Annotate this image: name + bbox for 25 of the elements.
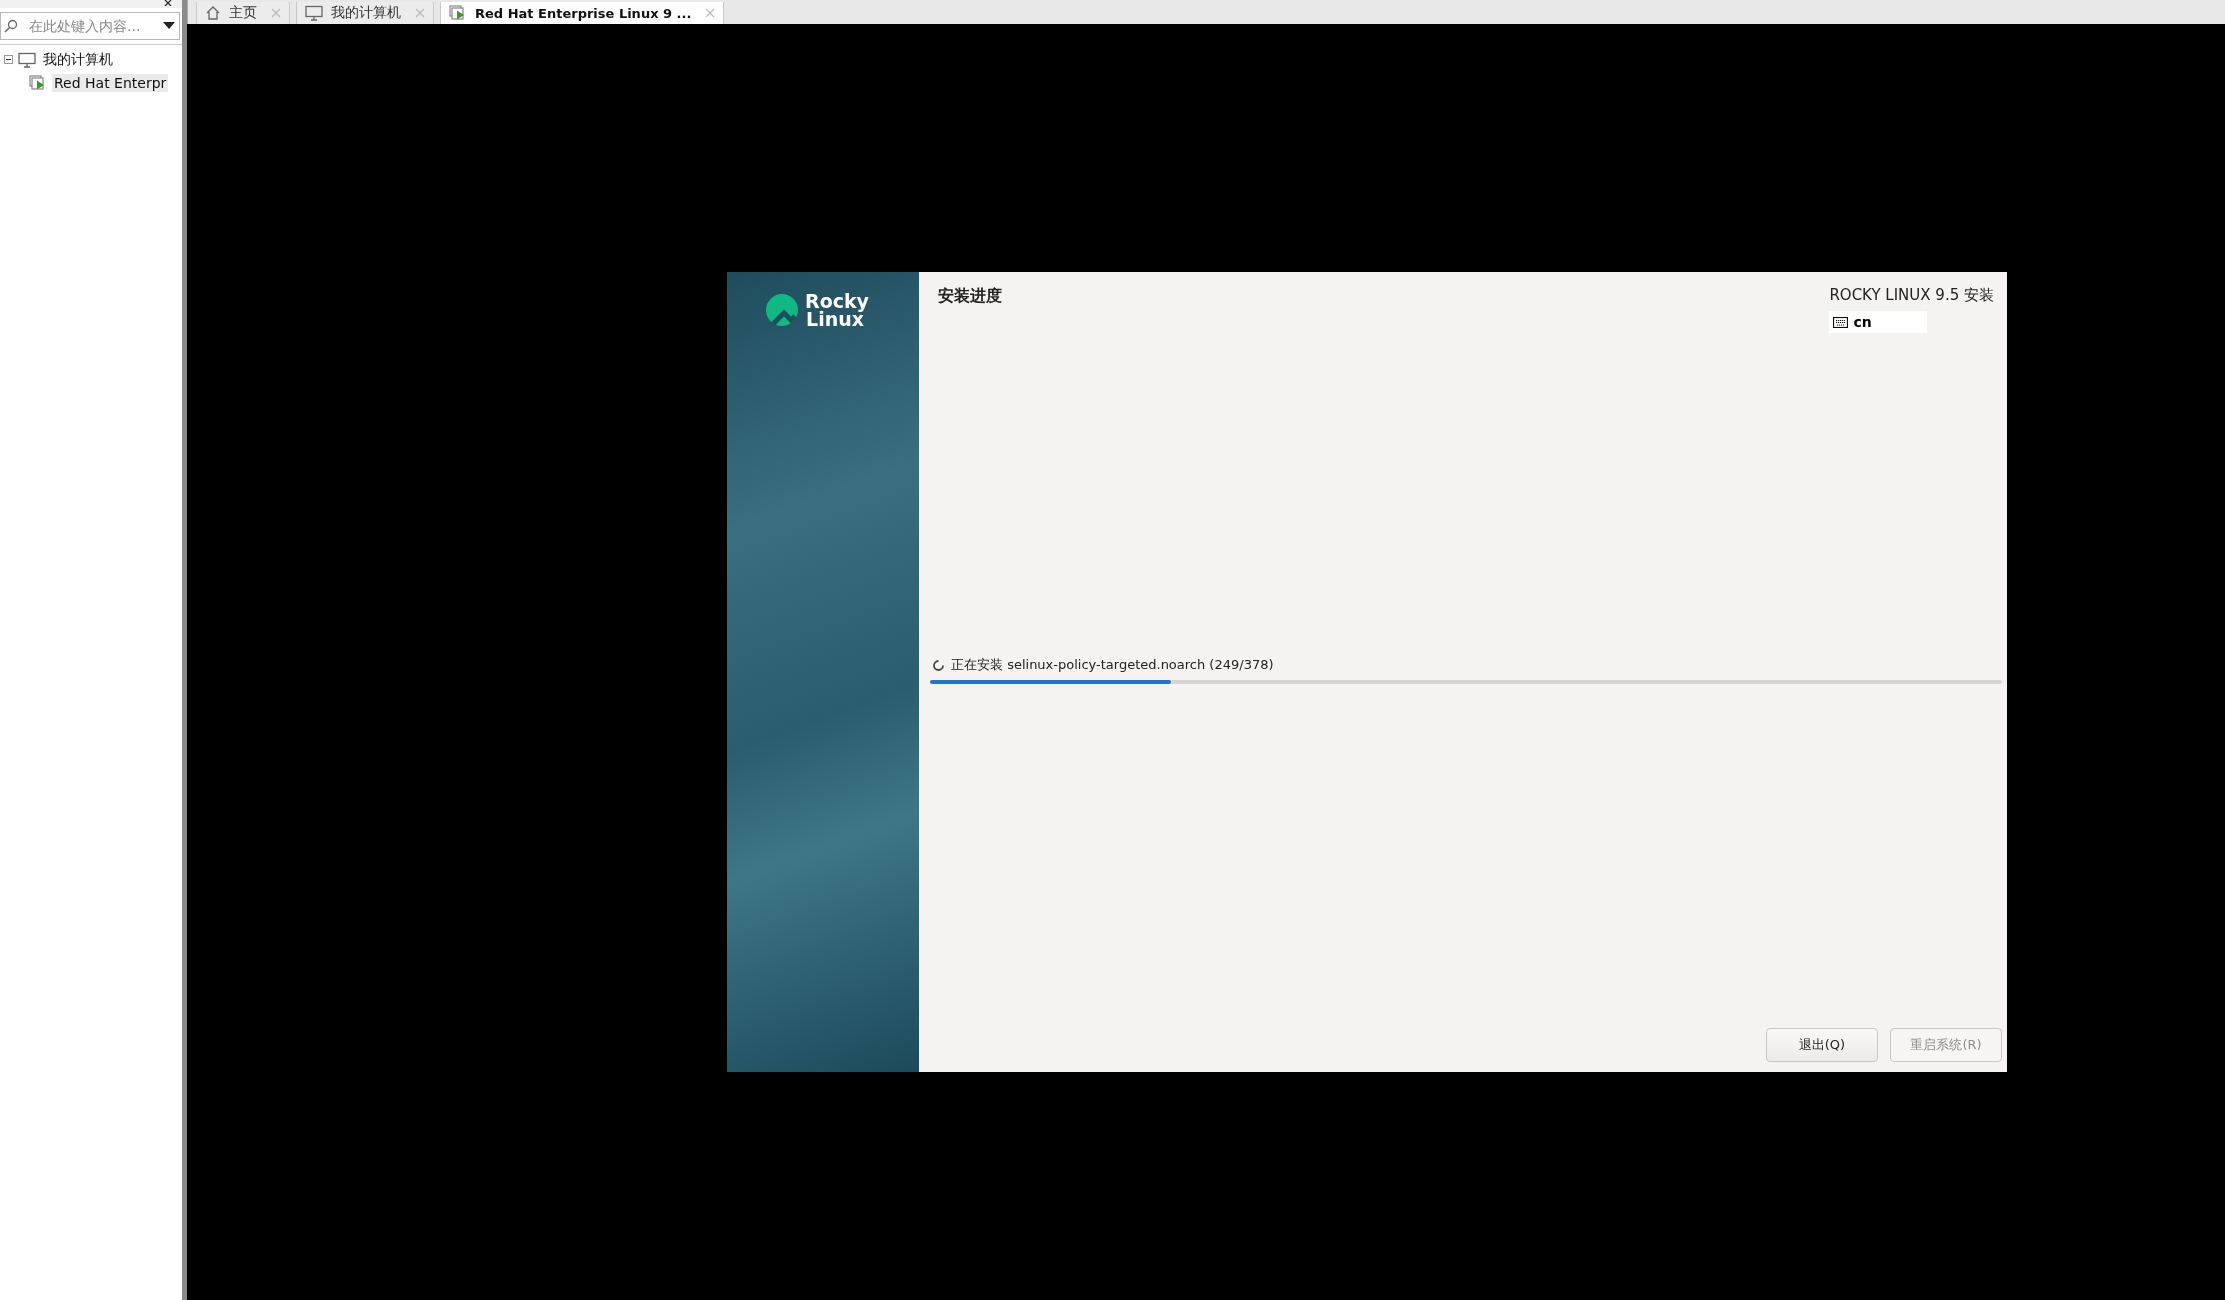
logo-icon (765, 293, 799, 327)
home-icon (205, 5, 221, 21)
collapse-icon[interactable] (4, 55, 13, 64)
product-name: ROCKY LINUX 9.5 安装 (1829, 286, 1994, 305)
search-field[interactable]: 在此处键入内容... (0, 12, 180, 40)
tab-label[interactable]: 主页 (229, 4, 257, 22)
dropdown-caret-icon[interactable] (163, 22, 175, 30)
page-title: 安装进度 (938, 286, 1002, 307)
virtual-machine-icon (29, 74, 47, 91)
monitor-icon (305, 5, 323, 21)
keyboard-icon (1833, 316, 1849, 328)
tree-item[interactable]: Red Hat Enterpr (52, 73, 169, 92)
spinner-icon (932, 658, 945, 672)
monitor-icon (18, 51, 36, 68)
installer-button[interactable]: 退出(Q) (1766, 1028, 1878, 1062)
progress-message: 正在安装 selinux-policy-targeted.noarch (249/378) (951, 656, 1274, 674)
close-icon[interactable] (164, 0, 174, 8)
tab[interactable]: 我的计算机 (296, 2, 434, 24)
tab-label[interactable]: 我的计算机 (331, 4, 401, 22)
virtual-machine-icon (449, 5, 467, 21)
keyboard-layout-indicator[interactable]: cn (1829, 311, 1928, 333)
tree-item[interactable]: 我的计算机 (41, 49, 115, 70)
tab-label[interactable]: Red Hat Enterprise Linux 9 ... (475, 5, 692, 21)
tab[interactable]: Red Hat Enterprise Linux 9 ... (440, 2, 725, 24)
tab[interactable]: 主页 (196, 2, 290, 24)
